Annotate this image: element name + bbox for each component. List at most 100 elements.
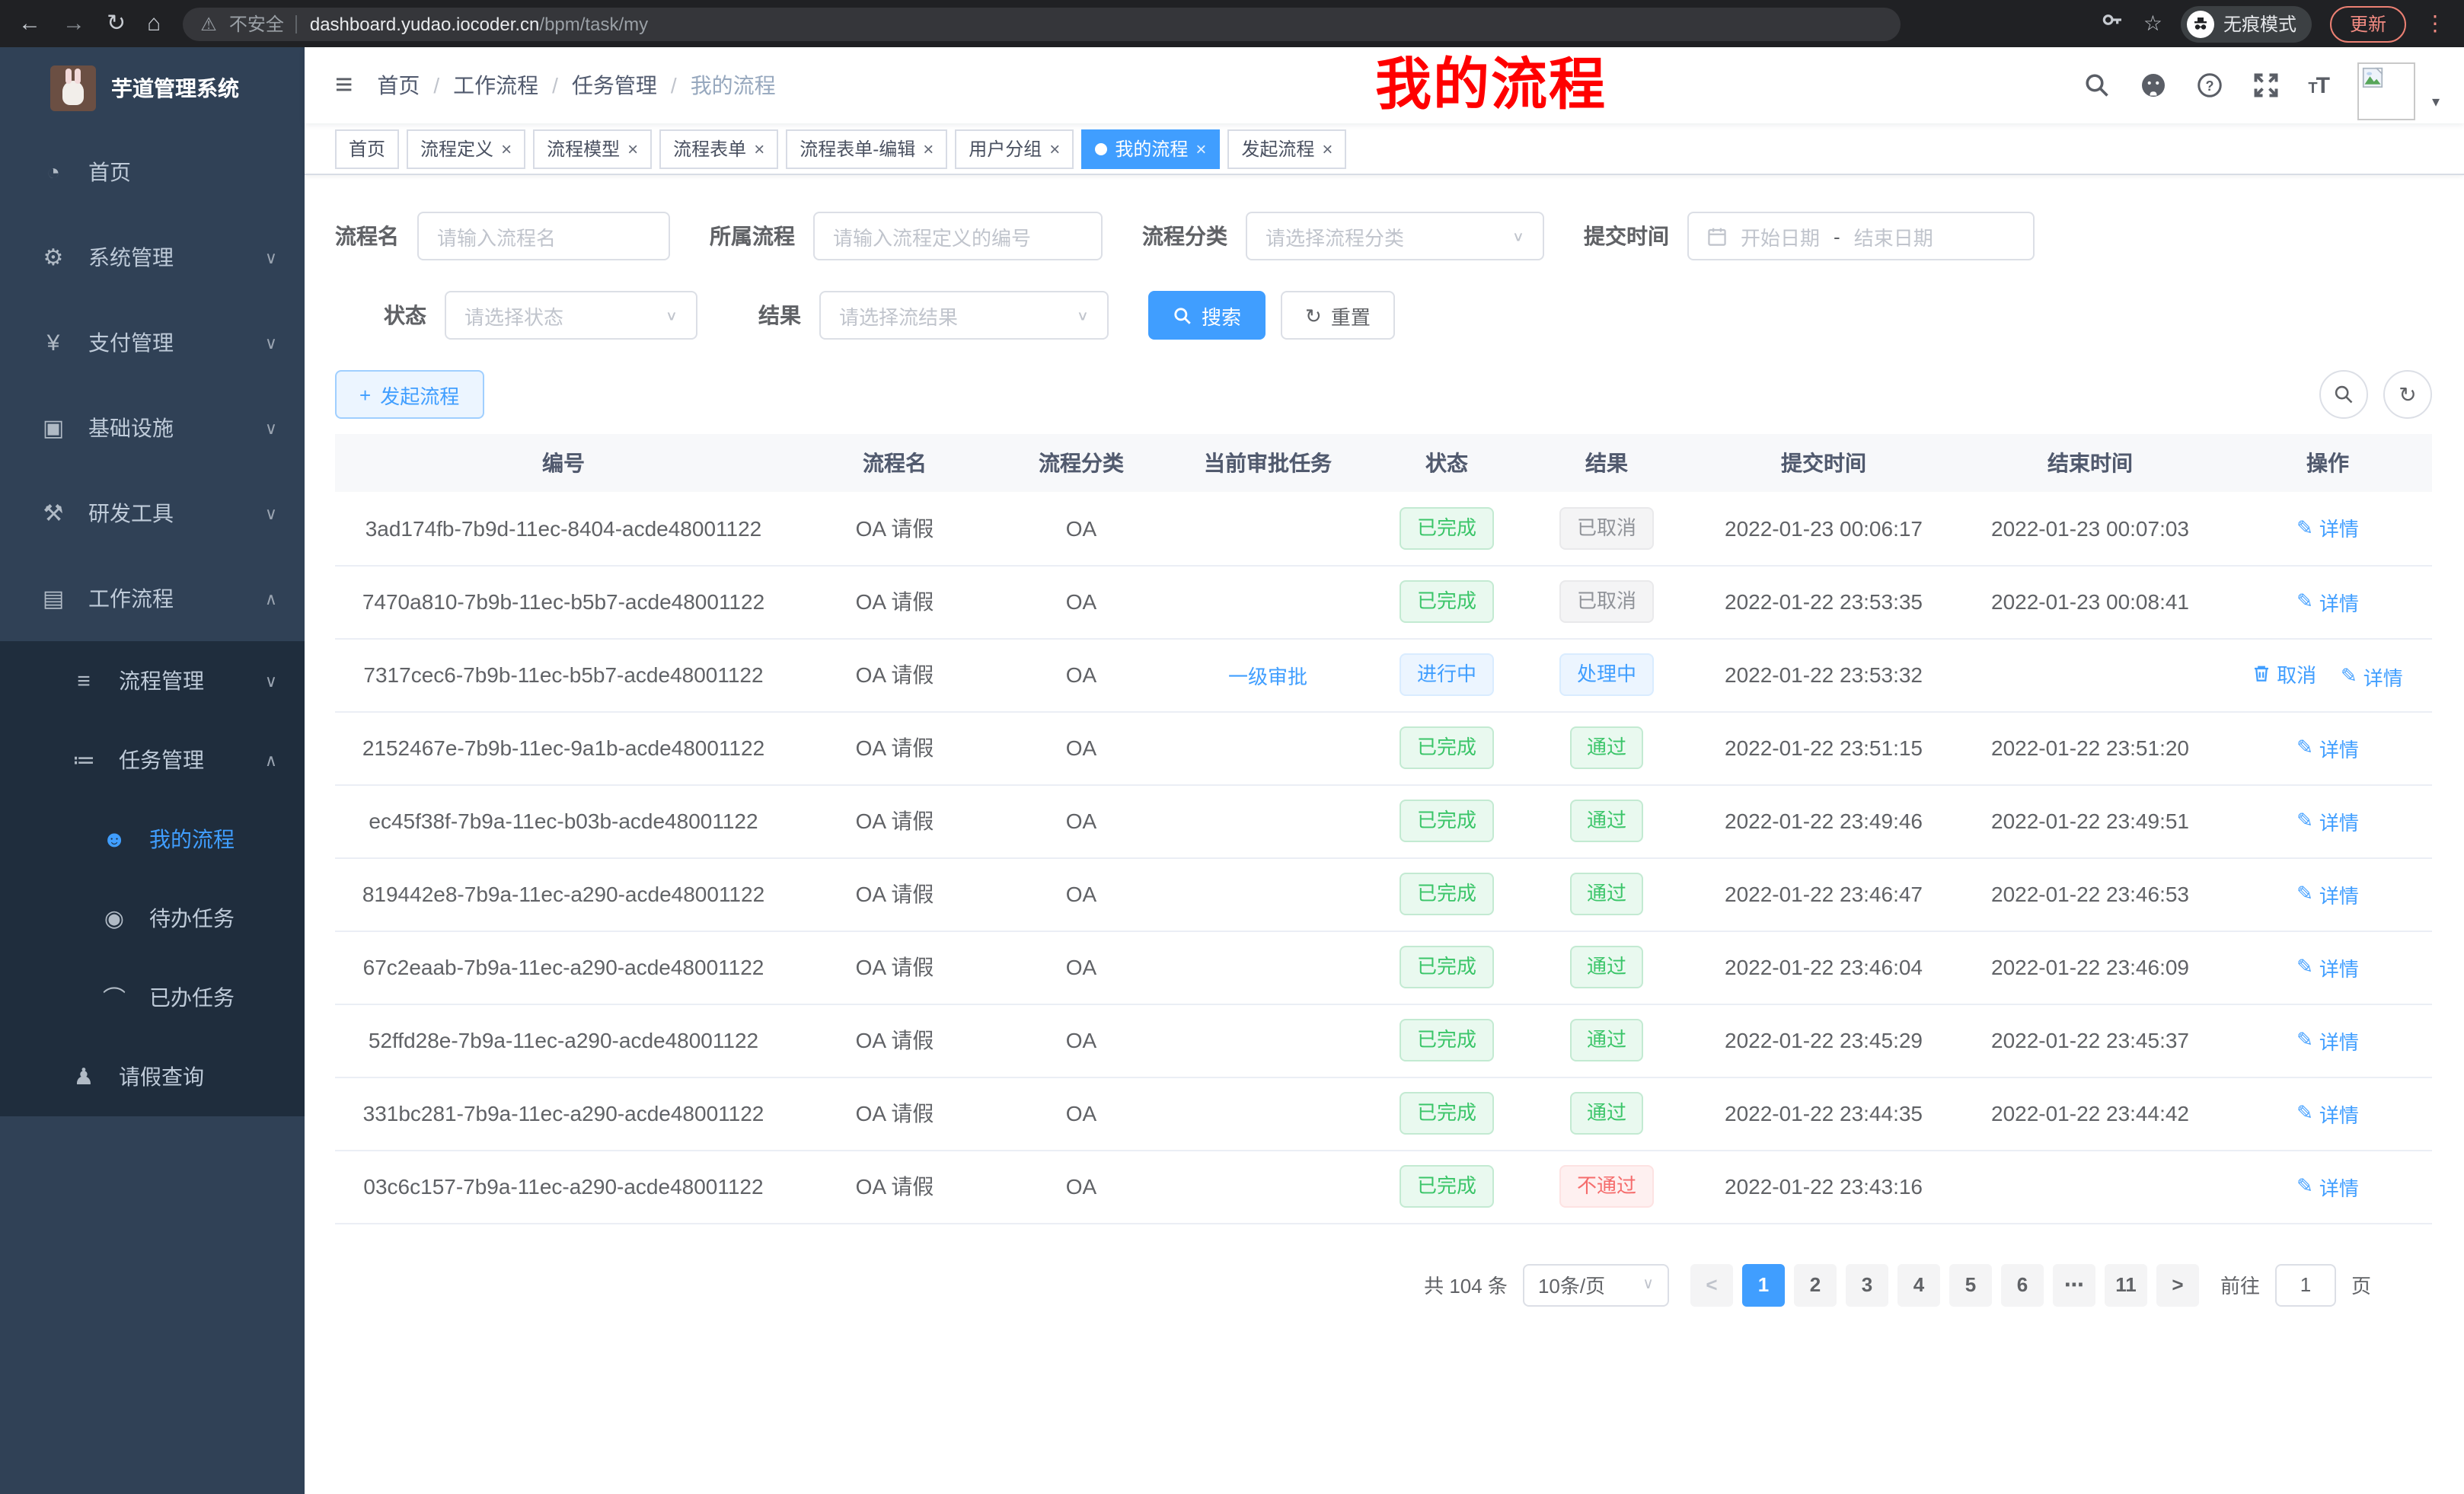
sidebar-item-system[interactable]: ⚙ 系统管理 ∨ xyxy=(0,215,305,300)
process-category-select[interactable]: 请选择流程分类 ∨ xyxy=(1246,212,1544,260)
page-button-11[interactable]: 11 xyxy=(2105,1263,2147,1306)
close-icon[interactable]: × xyxy=(501,139,512,158)
detail-link[interactable]: ✎详情 xyxy=(2296,587,2359,616)
tab-user-group[interactable]: 用户分组 × xyxy=(955,129,1074,168)
date-range-picker[interactable]: 开始日期 - 结束日期 xyxy=(1687,212,2035,260)
reset-button[interactable]: ↻ 重置 xyxy=(1281,291,1395,340)
page-size-value: 10条/页 xyxy=(1538,1270,1605,1299)
bookmark-star-icon[interactable]: ☆ xyxy=(2143,11,2162,37)
close-icon[interactable]: × xyxy=(1195,139,1206,158)
address-bar[interactable]: ⚠ 不安全 dashboard.yudao.iocoder.cn/bpm/tas… xyxy=(182,7,1900,40)
browser-forward-icon[interactable]: → xyxy=(62,12,85,35)
submit-time: 2022-01-22 23:43:16 xyxy=(1690,1150,1957,1223)
pen-icon: ✎ xyxy=(2296,955,2313,979)
cancel-link[interactable]: 取消 xyxy=(2252,659,2316,688)
detail-link[interactable]: ✎详情 xyxy=(2296,1026,2359,1055)
refresh-button[interactable]: ↻ xyxy=(2383,370,2432,419)
sidebar-item-infrastructure[interactable]: ▣ 基础设施 ∨ xyxy=(0,385,305,471)
start-process-button[interactable]: + 发起流程 xyxy=(335,370,484,419)
tab-process-model[interactable]: 流程模型 × xyxy=(533,129,652,168)
breadcrumb-separator: / xyxy=(552,73,558,97)
avatar[interactable] xyxy=(2357,62,2415,120)
browser-menu-icon[interactable]: ⋮ xyxy=(2424,11,2446,37)
browser-back-icon[interactable]: ← xyxy=(18,12,41,35)
process-definition-input[interactable]: 请输入流程定义的编号 xyxy=(813,212,1103,260)
filter-process-name: 流程名 请输入流程名 xyxy=(335,212,670,260)
filter-row-2: 状态 请选择状态 ∨ 结果 请选择流结果 ∨ xyxy=(335,291,2432,340)
password-key-icon[interactable] xyxy=(2101,8,2125,40)
tab-start-process[interactable]: 发起流程 × xyxy=(1227,129,1346,168)
sidebar-collapse-icon[interactable]: ≡ xyxy=(335,70,353,101)
not-secure-warning-icon: ⚠ xyxy=(200,13,217,34)
sidebar: 芋道管理系统 ◔ 首页 ⚙ 系统管理 ∨ ¥ 支付管理 ∨ ▣ 基础设施 ∨ xyxy=(0,47,305,1494)
status-select[interactable]: 请选择状态 ∨ xyxy=(445,291,697,340)
sidebar-item-process-management[interactable]: ≡ 流程管理 ∨ xyxy=(0,641,305,720)
browser-home-icon[interactable]: ⌂ xyxy=(147,12,161,35)
sidebar-item-my-process[interactable]: ☻ 我的流程 xyxy=(0,800,305,879)
prev-page-button[interactable]: < xyxy=(1690,1263,1733,1306)
filter-result: 结果 请选择流结果 ∨ xyxy=(758,291,1109,340)
end-time: 2022-01-23 00:08:41 xyxy=(1957,565,2223,638)
detail-link[interactable]: ✎详情 xyxy=(2296,514,2359,543)
sidebar-item-dev-tools[interactable]: ⚒ 研发工具 ∨ xyxy=(0,471,305,556)
browser-update-button[interactable]: 更新 xyxy=(2330,5,2406,42)
page-button-3[interactable]: 3 xyxy=(1846,1263,1888,1306)
end-time: 2022-01-22 23:51:20 xyxy=(1957,711,2223,784)
more-pages-button[interactable]: ⋯ xyxy=(2053,1263,2095,1306)
app-logo[interactable]: 芋道管理系统 xyxy=(0,47,305,129)
next-page-button[interactable]: > xyxy=(2156,1263,2199,1306)
search-button[interactable]: 搜索 xyxy=(1148,291,1266,340)
detail-link[interactable]: ✎详情 xyxy=(2296,806,2359,835)
breadcrumb-home[interactable]: 首页 xyxy=(377,70,420,101)
current-task-link[interactable]: 一级审批 xyxy=(1228,660,1307,689)
github-icon[interactable] xyxy=(2139,72,2166,99)
close-icon[interactable]: × xyxy=(1322,139,1333,158)
breadcrumb-workflow[interactable]: 工作流程 xyxy=(453,70,538,101)
page-button-6[interactable]: 6 xyxy=(2001,1263,2044,1306)
process-name-input[interactable]: 请输入流程名 xyxy=(417,212,670,260)
detail-link[interactable]: ✎详情 xyxy=(2296,879,2359,908)
tab-home[interactable]: 首页 xyxy=(335,129,399,168)
detail-link[interactable]: ✎详情 xyxy=(2341,662,2403,691)
sidebar-item-task-management[interactable]: ≔ 任务管理 ∧ xyxy=(0,720,305,800)
page-button-4[interactable]: 4 xyxy=(1897,1263,1940,1306)
sidebar-item-leave-query[interactable]: ♟ 请假查询 xyxy=(0,1037,305,1116)
page-button-1[interactable]: 1 xyxy=(1742,1263,1785,1306)
close-icon[interactable]: × xyxy=(627,139,638,158)
tab-my-process[interactable]: 我的流程 × xyxy=(1081,129,1220,168)
tab-process-form[interactable]: 流程表单 × xyxy=(659,129,778,168)
detail-link[interactable]: ✎详情 xyxy=(2296,1099,2359,1128)
close-icon[interactable]: × xyxy=(754,139,764,158)
page-size-select[interactable]: 10条/页 ∨ xyxy=(1523,1263,1669,1306)
sidebar-item-done-tasks[interactable]: ⌒ 已办任务 xyxy=(0,958,305,1037)
result-badge: 通过 xyxy=(1570,1092,1643,1135)
detail-link[interactable]: ✎详情 xyxy=(2296,953,2359,982)
sidebar-item-todo-tasks[interactable]: ◉ 待办任务 xyxy=(0,879,305,958)
sidebar-item-payment[interactable]: ¥ 支付管理 ∨ xyxy=(0,300,305,385)
incognito-icon xyxy=(2187,10,2214,37)
font-size-icon[interactable]: TT xyxy=(2308,72,2328,98)
sidebar-item-home[interactable]: ◔ 首页 xyxy=(0,129,305,215)
tab-process-definition[interactable]: 流程定义 × xyxy=(407,129,525,168)
avatar-caret-icon[interactable]: ▾ xyxy=(2432,94,2440,110)
breadcrumb-task-management[interactable]: 任务管理 xyxy=(572,70,657,101)
close-icon[interactable]: × xyxy=(923,139,934,158)
filter-process-definition: 所属流程 请输入流程定义的编号 xyxy=(710,212,1103,260)
tab-label: 用户分组 xyxy=(969,136,1042,161)
detail-label: 详情 xyxy=(2319,953,2359,982)
page-button-2[interactable]: 2 xyxy=(1794,1263,1837,1306)
fullscreen-icon[interactable] xyxy=(2252,72,2279,99)
sidebar-item-workflow[interactable]: ▤ 工作流程 ∧ xyxy=(0,556,305,641)
detail-link[interactable]: ✎详情 xyxy=(2296,733,2359,762)
result-select[interactable]: 请选择流结果 ∨ xyxy=(819,291,1109,340)
show-search-button[interactable] xyxy=(2319,370,2368,419)
page-button-5[interactable]: 5 xyxy=(1949,1263,1992,1306)
help-icon[interactable]: ? xyxy=(2195,72,2223,99)
browser-reload-icon[interactable]: ↻ xyxy=(107,12,126,35)
close-icon[interactable]: × xyxy=(1049,139,1060,158)
detail-link[interactable]: ✎详情 xyxy=(2296,1172,2359,1201)
search-icon[interactable] xyxy=(2083,72,2110,99)
goto-page-input[interactable]: 1 xyxy=(2275,1263,2336,1306)
tab-process-form-edit[interactable]: 流程表单-编辑 × xyxy=(786,129,947,168)
col-header-submit-time: 提交时间 xyxy=(1690,434,1957,492)
